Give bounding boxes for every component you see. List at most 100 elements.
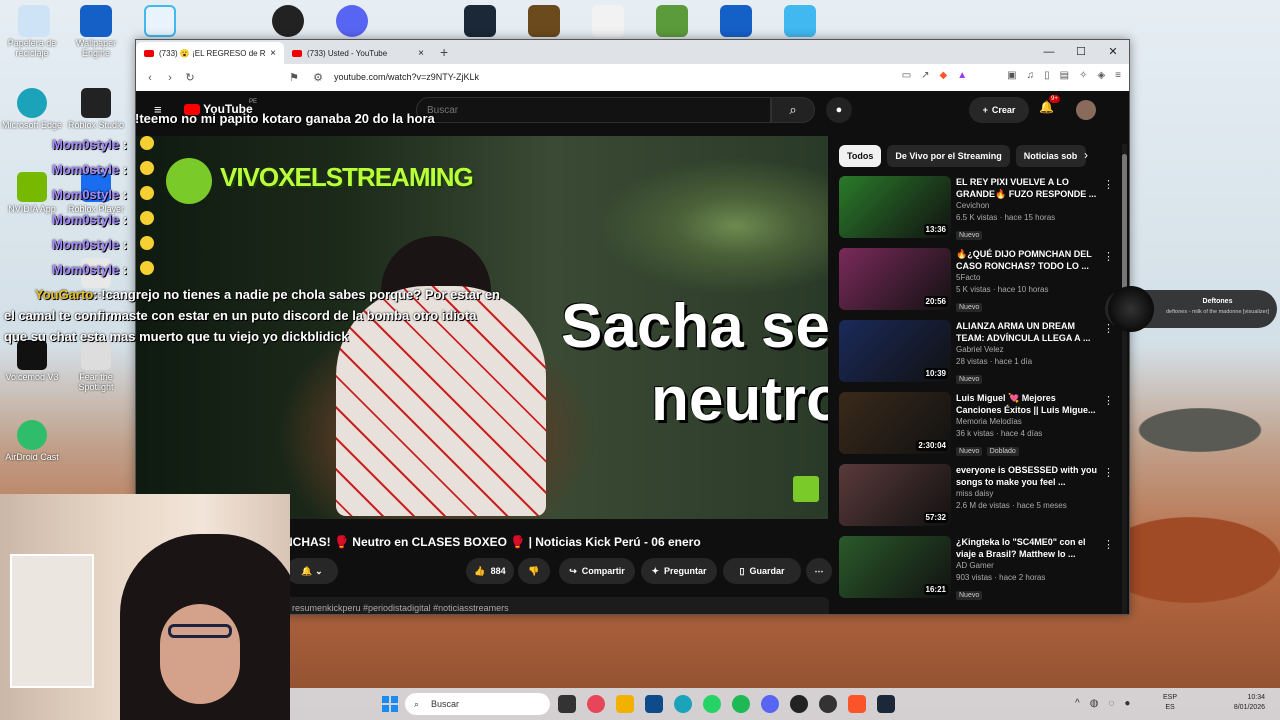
recommendation-title[interactable]: ALIANZA ARMA UN DREAM TEAM: ADVÍNCULA LL…: [956, 320, 1098, 344]
taskbar-app-icon[interactable]: [587, 695, 605, 713]
save-button[interactable]: ▯ Guardar: [723, 558, 801, 584]
video-thumbnail[interactable]: 16:21: [839, 536, 951, 598]
desktop-app-icon[interactable]: [784, 5, 816, 37]
chevron-right-icon[interactable]: ›: [1084, 148, 1088, 162]
desktop-app-icon[interactable]: [720, 5, 752, 37]
recommendation-title[interactable]: everyone is OBSESSED with you songs to m…: [956, 464, 1098, 488]
video-thumbnail[interactable]: 10:39: [839, 320, 951, 382]
more-vert-icon[interactable]: ⋮: [1103, 178, 1114, 191]
channel-name[interactable]: AD Gamer: [956, 560, 1098, 572]
desktop-app-icon[interactable]: [80, 5, 112, 37]
rewards-icon[interactable]: ▲: [957, 70, 967, 81]
vpn-icon[interactable]: ◈: [1097, 70, 1105, 81]
video-thumbnail[interactable]: 20:56: [839, 248, 951, 310]
create-button[interactable]: + Crear: [969, 97, 1029, 123]
subscribe-bell-button[interactable]: 🔔 ⌄: [286, 558, 338, 584]
recommendation-item[interactable]: 57:32 everyone is OBSESSED with you songs…: [839, 464, 1114, 536]
desktop-icon-recycle-bin[interactable]: Papelera de reciclaje: [0, 38, 67, 58]
channel-name[interactable]: 5Facto: [956, 272, 1098, 284]
channel-name[interactable]: Gabriel Velez: [956, 344, 1098, 356]
close-window-button[interactable]: ✕: [1097, 40, 1129, 64]
url-field[interactable]: youtube.com/watch?v=z9NTY-ZjKLk: [334, 72, 479, 82]
tab-active[interactable]: (733) 😮 ¡EL REGRESO de RONCHAS! ×: [136, 42, 284, 64]
desktop-icon-airdroid[interactable]: AirDroid Cast: [0, 420, 67, 462]
desktop-app-icon[interactable]: [592, 5, 624, 37]
channel-name[interactable]: Memoria Melodías: [956, 416, 1098, 428]
mic-tray-icon[interactable]: ●: [1124, 698, 1130, 709]
brave-shield-icon[interactable]: ◆: [940, 70, 948, 81]
chevron-up-icon[interactable]: ^: [1075, 698, 1080, 709]
wallet-icon[interactable]: ▤: [1060, 70, 1069, 81]
channel-name[interactable]: Cevichon: [956, 200, 1098, 212]
language-indicator[interactable]: ESP ES: [1163, 693, 1177, 713]
clock[interactable]: 10:34 8/01/2026: [1215, 693, 1265, 713]
discord-icon[interactable]: [336, 5, 368, 37]
back-icon[interactable]: ‹: [140, 72, 160, 84]
obs-icon[interactable]: [272, 5, 304, 37]
recommendation-item[interactable]: 13:36 EL REY PIXI VUELVE A LO GRANDE🔥 FUZ…: [839, 176, 1114, 248]
extensions-icon[interactable]: ▣: [1007, 70, 1016, 81]
taskbar-app-icon[interactable]: [645, 695, 663, 713]
taskbar-app-icon[interactable]: [674, 695, 692, 713]
recommendation-item[interactable]: 16:21 ¿Kingteka lo "SC4ME0" con el viaje …: [839, 536, 1114, 608]
video-thumbnail[interactable]: 57:32: [839, 464, 951, 526]
recommendation-title[interactable]: ¿Kingteka lo "SC4ME0" con el viaje a Bra…: [956, 536, 1098, 560]
taskbar-app-icon[interactable]: [732, 695, 750, 713]
minimize-button[interactable]: —: [1033, 40, 1065, 64]
taskbar-app-icon[interactable]: [558, 695, 576, 713]
cast-icon[interactable]: ▭: [902, 70, 911, 81]
more-vert-icon[interactable]: ⋮: [1103, 394, 1114, 407]
search-button[interactable]: ⌕: [771, 97, 815, 123]
desktop-app-icon[interactable]: [528, 5, 560, 37]
taskbar-app-icon[interactable]: [790, 695, 808, 713]
bookmark-icon[interactable]: ⚑: [284, 71, 304, 84]
more-vert-icon[interactable]: ⋮: [1103, 250, 1114, 263]
video-description[interactable]: resumenkickperu #periodistadigital #noti…: [284, 597, 829, 614]
share-icon[interactable]: ↗: [921, 70, 929, 81]
dislike-button[interactable]: 👎: [518, 558, 550, 584]
channel-name[interactable]: miss daisy: [956, 488, 1098, 500]
media-widget[interactable]: Deftones deftones - milk of the madonne …: [1105, 286, 1277, 332]
recommendation-title[interactable]: 🔥¿QUÉ DIJO POMNCHAN DEL CASO RONCHAS? TO…: [956, 248, 1098, 272]
desktop-icon-fear-the-spotlight[interactable]: Fear the Spotlight: [61, 340, 131, 392]
menu-icon[interactable]: ≡: [1115, 70, 1121, 81]
leo-icon[interactable]: ✧: [1079, 70, 1087, 81]
taskbar-app-icon[interactable]: [761, 695, 779, 713]
bluetooth-icon[interactable]: ◌: [1108, 698, 1114, 709]
more-actions-button[interactable]: ⋯: [806, 558, 832, 584]
windows-start-icon[interactable]: [382, 696, 398, 712]
desktop-app-icon[interactable]: [144, 5, 176, 37]
video-thumbnail[interactable]: 2:30:04: [839, 392, 951, 454]
taskbar-app-icon[interactable]: [877, 695, 895, 713]
chip-de-vivo[interactable]: De Vivo por el Streaming: [887, 145, 1010, 167]
site-info-icon[interactable]: ⚙: [308, 71, 328, 84]
recommendation-item[interactable]: 2:30:04 Luis Miguel 💘 Mejores Canciones É…: [839, 392, 1114, 464]
music-icon[interactable]: ♫: [1027, 70, 1035, 81]
taskbar-app-icon[interactable]: [616, 695, 634, 713]
new-tab-button[interactable]: +: [440, 44, 448, 60]
recommendation-item[interactable]: 10:39 ALIANZA ARMA UN DREAM TEAM: ADVÍNCU…: [839, 320, 1114, 392]
tab-close-icon[interactable]: ×: [270, 48, 276, 59]
sidebar-icon[interactable]: ▯: [1044, 70, 1050, 81]
recommendation-title[interactable]: Luis Miguel 💘 Mejores Canciones Éxitos |…: [956, 392, 1098, 416]
network-icon[interactable]: ◍: [1090, 698, 1099, 709]
taskbar-app-icon[interactable]: [703, 695, 721, 713]
ask-button[interactable]: ✦ Preguntar: [641, 558, 717, 584]
desktop-app-icon[interactable]: [18, 5, 50, 37]
recommendation-item[interactable]: 20:56 🔥¿QUÉ DIJO POMNCHAN DEL CASO RONCHA…: [839, 248, 1114, 320]
reload-icon[interactable]: ↻: [180, 71, 200, 84]
more-vert-icon[interactable]: ⋮: [1103, 466, 1114, 479]
taskbar-app-icon[interactable]: [848, 695, 866, 713]
taskbar-search[interactable]: ⌕ Buscar: [405, 693, 550, 715]
voice-search-button[interactable]: ●: [826, 97, 852, 123]
tab-close-icon[interactable]: ×: [418, 48, 424, 59]
video-thumbnail[interactable]: 13:36: [839, 176, 951, 238]
avatar[interactable]: [1076, 100, 1096, 120]
forward-icon[interactable]: ›: [160, 72, 180, 84]
scrollbar[interactable]: [1122, 144, 1127, 614]
maximize-button[interactable]: ☐: [1065, 40, 1097, 64]
chip-noticias[interactable]: Noticias sob: [1015, 145, 1086, 167]
steam-icon[interactable]: [464, 5, 496, 37]
more-vert-icon[interactable]: ⋮: [1103, 538, 1114, 551]
taskbar-app-icon[interactable]: [819, 695, 837, 713]
